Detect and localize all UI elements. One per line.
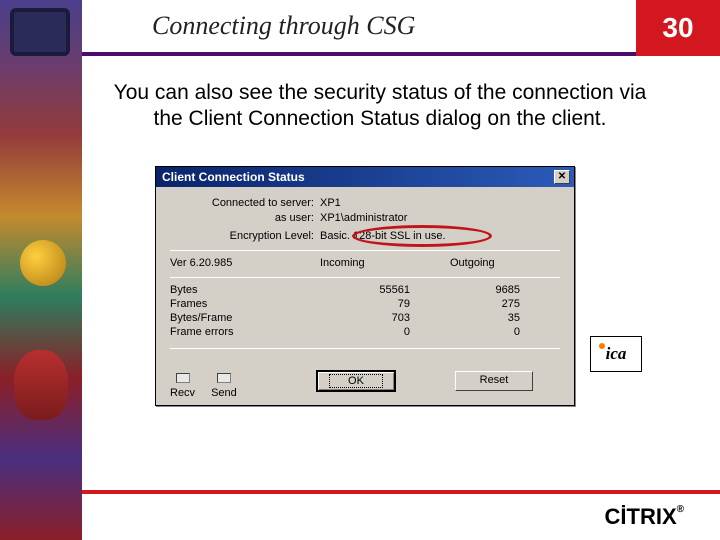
stat-outgoing: 35: [450, 312, 560, 324]
slide-number: 30: [636, 0, 720, 56]
label-encryption-level: Encryption Level:: [170, 230, 320, 242]
slide-title: Connecting through CSG: [82, 0, 636, 56]
sidebar-tv-graphic: [10, 8, 70, 56]
table-row: Bytes/Frame 703 35: [170, 312, 560, 324]
recv-led-icon: [176, 373, 190, 383]
table-row: Frame errors 0 0: [170, 326, 560, 338]
activity-indicators: Recv Send: [170, 373, 237, 399]
table-row: Bytes 55561 9685: [170, 284, 560, 296]
slide-body-text: You can also see the security status of …: [100, 80, 660, 133]
stat-name: Bytes: [170, 284, 320, 296]
ok-button[interactable]: OK: [317, 371, 395, 391]
dialog-body: Connected to server: XP1 as user: XP1\ad…: [156, 187, 574, 405]
stat-incoming: 55561: [320, 284, 450, 296]
slide-decorative-sidebar: [0, 0, 82, 540]
stat-name: Bytes/Frame: [170, 312, 320, 324]
stat-incoming: 79: [320, 298, 450, 310]
slide-footer: CİTRIX®: [82, 490, 720, 540]
stat-outgoing: 275: [450, 298, 560, 310]
citrix-logo-text: CİTRIX: [605, 504, 677, 529]
value-encryption-level: Basic. 128-bit SSL in use.: [320, 230, 446, 242]
ica-logo: ica: [590, 336, 642, 372]
separator: [170, 250, 560, 251]
recv-label: Recv: [170, 387, 195, 399]
ica-logo-text: ica: [606, 344, 627, 364]
client-connection-status-dialog: Client Connection Status ✕ Connected to …: [155, 166, 575, 406]
version-label: Ver 6.20.985: [170, 257, 320, 269]
ica-logo-dot-icon: [599, 343, 605, 349]
stat-incoming: 703: [320, 312, 450, 324]
stat-name: Frame errors: [170, 326, 320, 338]
slide-header: Connecting through CSG 30: [82, 0, 720, 56]
ok-button-label: OK: [329, 374, 383, 388]
separator: [170, 348, 560, 349]
send-indicator: Send: [211, 373, 237, 399]
stat-outgoing: 9685: [450, 284, 560, 296]
label-as-user: as user:: [170, 212, 320, 224]
close-button[interactable]: ✕: [554, 170, 570, 184]
reset-button[interactable]: Reset: [455, 371, 533, 391]
table-row: Frames 79 275: [170, 298, 560, 310]
dialog-title: Client Connection Status: [162, 170, 305, 184]
dialog-titlebar[interactable]: Client Connection Status ✕: [156, 167, 574, 187]
send-led-icon: [217, 373, 231, 383]
stat-incoming: 0: [320, 326, 450, 338]
stat-name: Frames: [170, 298, 320, 310]
stats-header-row: Ver 6.20.985 Incoming Outgoing: [170, 257, 560, 269]
stat-outgoing: 0: [450, 326, 560, 338]
citrix-logo: CİTRIX®: [605, 504, 685, 530]
column-incoming: Incoming: [320, 257, 450, 269]
label-connected-server: Connected to server:: [170, 197, 320, 209]
close-icon: ✕: [558, 171, 566, 182]
separator: [170, 277, 560, 278]
recv-indicator: Recv: [170, 373, 195, 399]
value-connected-server: XP1: [320, 197, 560, 209]
send-label: Send: [211, 387, 237, 399]
registered-mark: ®: [677, 504, 684, 515]
value-as-user: XP1\administrator: [320, 212, 560, 224]
column-outgoing: Outgoing: [450, 257, 560, 269]
